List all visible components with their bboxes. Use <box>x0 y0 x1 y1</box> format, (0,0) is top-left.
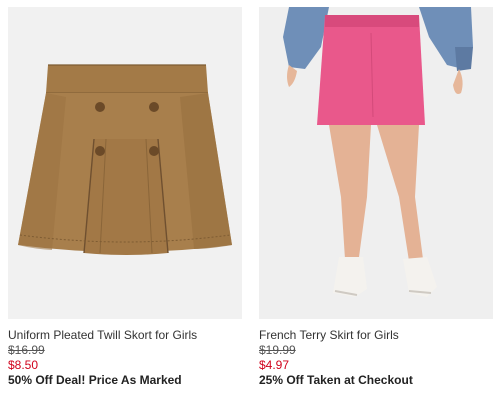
sale-price: $8.50 <box>8 358 39 372</box>
original-price: $19.99 <box>259 343 296 357</box>
promo-text: 25% Off Taken at Checkout <box>259 373 413 387</box>
original-price: $16.99 <box>8 343 45 357</box>
product-title[interactable]: French Terry Skirt for Girls <box>259 328 493 343</box>
product-title[interactable]: Uniform Pleated Twill Skort for Girls <box>8 328 242 343</box>
product-card[interactable]: French Terry Skirt for Girls $19.99 $4.9… <box>259 7 493 388</box>
product-card[interactable]: Uniform Pleated Twill Skort for Girls $1… <box>8 7 242 388</box>
promo-text: 50% Off Deal! Price As Marked <box>8 373 182 387</box>
skirt-illustration <box>259 7 493 319</box>
product-image[interactable] <box>259 7 493 319</box>
product-image[interactable] <box>8 7 242 319</box>
sale-price: $4.97 <box>259 358 290 372</box>
skort-illustration <box>8 7 242 319</box>
